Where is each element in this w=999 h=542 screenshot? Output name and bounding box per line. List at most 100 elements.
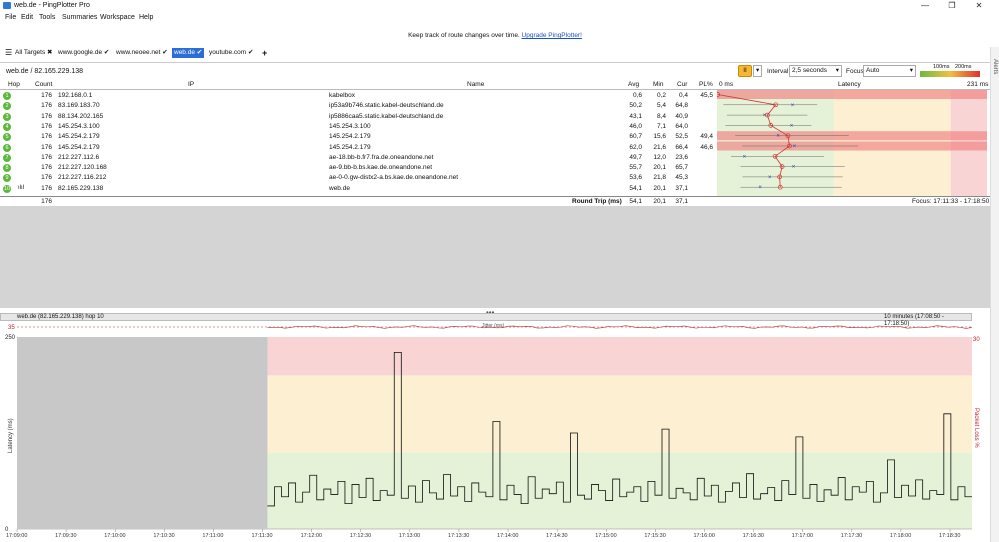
timeline-header: web.de (82.165.229.138) hop 10 10 minute…: [0, 313, 972, 327]
hop-number: 6: [3, 143, 11, 152]
table-row[interactable]: 6 176 145.254.2.179 145.254.2.179 62,0 21,6 66…: [0, 143, 716, 153]
side-panel[interactable]: Alerts: [990, 47, 999, 542]
col-pl[interactable]: PL%: [699, 81, 713, 89]
table-row[interactable]: 9 176 212.227.116.212 ae-0-0.gw-distx2-a.bs…: [0, 173, 716, 183]
pause-button[interactable]: II: [738, 65, 752, 77]
hop-cur: 52,5: [675, 133, 688, 141]
tab-youtube-com[interactable]: youtube.com ✔: [207, 48, 255, 58]
tab-www-neoee-net[interactable]: www.neoee.net ✔: [114, 48, 170, 58]
hop-ip: 145.254.2.179: [58, 143, 100, 151]
col-count[interactable]: Count: [35, 81, 52, 89]
table-row[interactable]: 5 176 145.254.2.179 145.254.2.179 60,7 15,6 52…: [0, 132, 716, 142]
hop-cur: 23,6: [675, 153, 688, 161]
chevron-down-icon: ▾: [835, 67, 839, 74]
x-tick-label: 17:15:00: [595, 533, 616, 539]
no-data-region: [17, 337, 268, 529]
hop-name: ae-9.bb-b.bs.kae.de.oneandone.net: [329, 164, 433, 172]
hop-cur: 66,4: [675, 143, 688, 151]
x-tick-label: 17:11:30: [252, 533, 273, 539]
app-icon: [3, 2, 11, 9]
table-row[interactable]: 8 176 212.227.120.168 ae-9.bb-b.bs.kae.de.o…: [0, 163, 716, 173]
hop-number: 2: [3, 102, 11, 111]
empty-area: [0, 206, 990, 308]
hop-count: 176: [41, 153, 52, 161]
maximize-button[interactable]: ❐: [940, 0, 964, 11]
pause-icon: II: [743, 67, 747, 74]
hop-number: 7: [3, 153, 11, 162]
current-marker: ×: [776, 134, 780, 140]
table-row[interactable]: 2 176 83.169.183.70 ip53a9b746.static.kabel…: [0, 101, 716, 111]
hop-count: 176: [41, 184, 52, 192]
col-ip[interactable]: IP: [188, 81, 194, 89]
table-row[interactable]: 10 176 82.165.229.138 web.de 54,1 20,1 37,1 ılı…: [0, 184, 716, 194]
hop-count: 176: [41, 174, 52, 182]
hop-min: 20,1: [653, 164, 666, 172]
hop-avg: 60,7: [629, 133, 642, 141]
hop-min: 12,0: [653, 153, 666, 161]
table-row[interactable]: 4 176 145.254.3.100 145.254.3.100 46,0 7,1 64,…: [0, 122, 716, 132]
y-tick-label: 250: [5, 335, 16, 341]
col-name[interactable]: Name: [467, 81, 484, 89]
pause-options-button[interactable]: ▾: [753, 65, 762, 77]
menu-file[interactable]: File: [5, 14, 16, 21]
col-min[interactable]: Min: [653, 81, 663, 89]
hop-min: 15,6: [653, 133, 666, 141]
table-row[interactable]: 1 176 192.168.0.1 kabelbox 0,6 0,2 0,4 45,5: [0, 91, 716, 101]
upgrade-link[interactable]: Upgrade PingPlotter!: [522, 32, 582, 39]
table-row[interactable]: 7 176 212.227.112.6 ae-18.bb-b.fr7.fra.de.o…: [0, 153, 716, 163]
interval-select[interactable]: 2,5 seconds ▾: [789, 65, 842, 77]
tab-www-google-de[interactable]: www.google.de ✔: [56, 48, 111, 58]
window-title: web.de - PingPlotter Pro: [14, 2, 90, 9]
tab-web-de[interactable]: web.de ✔: [172, 48, 205, 58]
menu-tools[interactable]: Tools: [39, 14, 55, 21]
col-hop[interactable]: Hop: [8, 81, 20, 89]
x-tick-label: 17:17:00: [792, 533, 813, 539]
hop-name: ae-18.bb-b.fr7.fra.de.oneandone.net: [329, 153, 434, 161]
tab-all-targets[interactable]: All Targets ✖: [13, 48, 55, 58]
tab-label: www.google.de: [58, 49, 103, 56]
interval-label: Interval: [767, 68, 789, 75]
hop-ip: 212.227.120.168: [58, 164, 107, 172]
minimize-button[interactable]: —: [913, 0, 937, 11]
jitter-scale: 35: [8, 325, 15, 331]
hop-number: 9: [3, 174, 11, 183]
menu-summaries[interactable]: Summaries: [62, 14, 97, 21]
hop-number: 10: [3, 184, 11, 193]
x-tick-label: 17:10:30: [153, 533, 174, 539]
focus-value: Auto: [866, 67, 880, 74]
target-tabs: ☰ All Targets ✖ www.google.de ✔ www.neoe…: [0, 47, 990, 59]
hop-number: 4: [3, 122, 11, 131]
latency-history-chart[interactable]: 250225 ms200 ms175 ms150 ms125 ms100 ms7…: [0, 333, 990, 542]
current-marker: ×: [793, 144, 797, 150]
close-button[interactable]: ✕: [967, 0, 991, 11]
hop-avg: 0,6: [632, 92, 642, 99]
hop-count: 176: [41, 122, 52, 130]
hop-name: 145.254.3.100: [329, 122, 371, 130]
focus-select[interactable]: Auto ▾: [863, 65, 916, 77]
hop-cur: 0,4: [678, 92, 688, 99]
hop-count: 176: [41, 164, 52, 172]
legend-high: 200ms: [955, 64, 972, 70]
add-target-button[interactable]: +: [260, 48, 269, 58]
graph-icon[interactable]: ılıl: [18, 185, 24, 191]
alerts-tab[interactable]: Alerts: [992, 59, 998, 74]
chevron-down-icon: ▾: [909, 67, 913, 74]
hop-ip: 83.169.183.70: [58, 102, 100, 110]
hop-ip: 145.254.2.179: [58, 133, 100, 141]
col-cur[interactable]: Cur: [677, 81, 687, 89]
close-icon[interactable]: ✖: [47, 49, 52, 56]
menu-edit[interactable]: Edit: [21, 14, 33, 21]
menu-help[interactable]: Help: [139, 14, 153, 21]
hop-cur: 40,9: [675, 112, 688, 120]
hop-count: 176: [41, 102, 52, 110]
table-row[interactable]: 3 176 88.134.202.165 ip5886caa5.static.kabe…: [0, 112, 716, 122]
latency-graph[interactable]: × × × × × × × × ×: [717, 81, 987, 197]
menu-workspace[interactable]: Workspace: [100, 14, 135, 21]
x-tick-label: 17:18:00: [890, 533, 911, 539]
hop-avg: 50,2: [629, 102, 642, 110]
tab-label: www.neoee.net: [116, 49, 161, 56]
col-avg[interactable]: Avg: [628, 81, 639, 89]
upgrade-banner: Keep track of route changes over time. U…: [0, 32, 990, 42]
check-icon: ✔: [103, 49, 110, 56]
hop-min: 0,2: [656, 92, 666, 99]
